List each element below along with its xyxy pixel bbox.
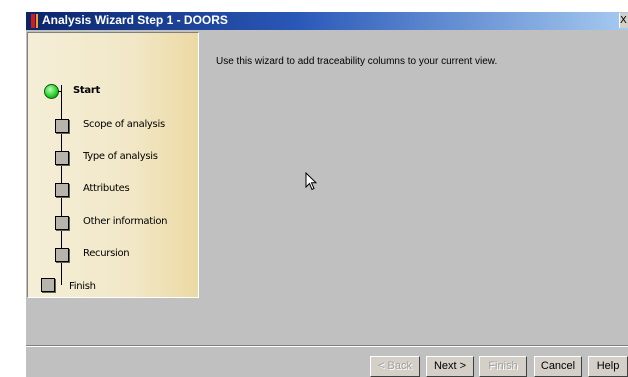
- step-other-box-icon: [55, 216, 69, 230]
- doors-app-icon-stripe: [36, 14, 38, 28]
- step-scope-box-icon: [55, 119, 69, 133]
- step-finish-box-icon: [41, 278, 55, 292]
- cancel-button[interactable]: Cancel: [534, 356, 582, 377]
- title-bar[interactable]: Analysis Wizard Step 1 - DOORS X: [26, 12, 628, 30]
- start-step-indicator-icon: [44, 84, 59, 99]
- step-attributes-box-icon: [55, 183, 69, 197]
- help-button[interactable]: Help: [588, 356, 628, 377]
- step-start-label: Start: [73, 85, 100, 96]
- finish-button[interactable]: Finish: [479, 356, 527, 377]
- close-icon[interactable]: X: [619, 13, 628, 28]
- next-button[interactable]: Next >: [426, 356, 474, 377]
- wizard-intro-text: Use this wizard to add traceability colu…: [216, 56, 498, 67]
- mouse-cursor-icon: [305, 172, 318, 191]
- wizard-steps-panel: Start Scope of analysis Type of analysis…: [27, 32, 199, 298]
- step-recursion-label: Recursion: [83, 248, 130, 259]
- step-recursion-box-icon: [55, 248, 69, 262]
- button-separator-highlight: [26, 346, 628, 347]
- step-finish-label: Finish: [69, 281, 96, 292]
- step-scope-label: Scope of analysis: [83, 119, 165, 130]
- step-attributes-label: Attributes: [83, 183, 130, 194]
- doors-app-icon: [31, 14, 35, 28]
- window-title: Analysis Wizard Step 1 - DOORS: [42, 13, 228, 27]
- start-connector: [58, 91, 62, 92]
- back-button[interactable]: < Back: [370, 356, 420, 377]
- step-type-label: Type of analysis: [83, 151, 158, 162]
- wizard-window: Analysis Wizard Step 1 - DOORS X Start S…: [26, 12, 628, 377]
- step-other-label: Other information: [83, 216, 168, 227]
- step-type-box-icon: [55, 151, 69, 165]
